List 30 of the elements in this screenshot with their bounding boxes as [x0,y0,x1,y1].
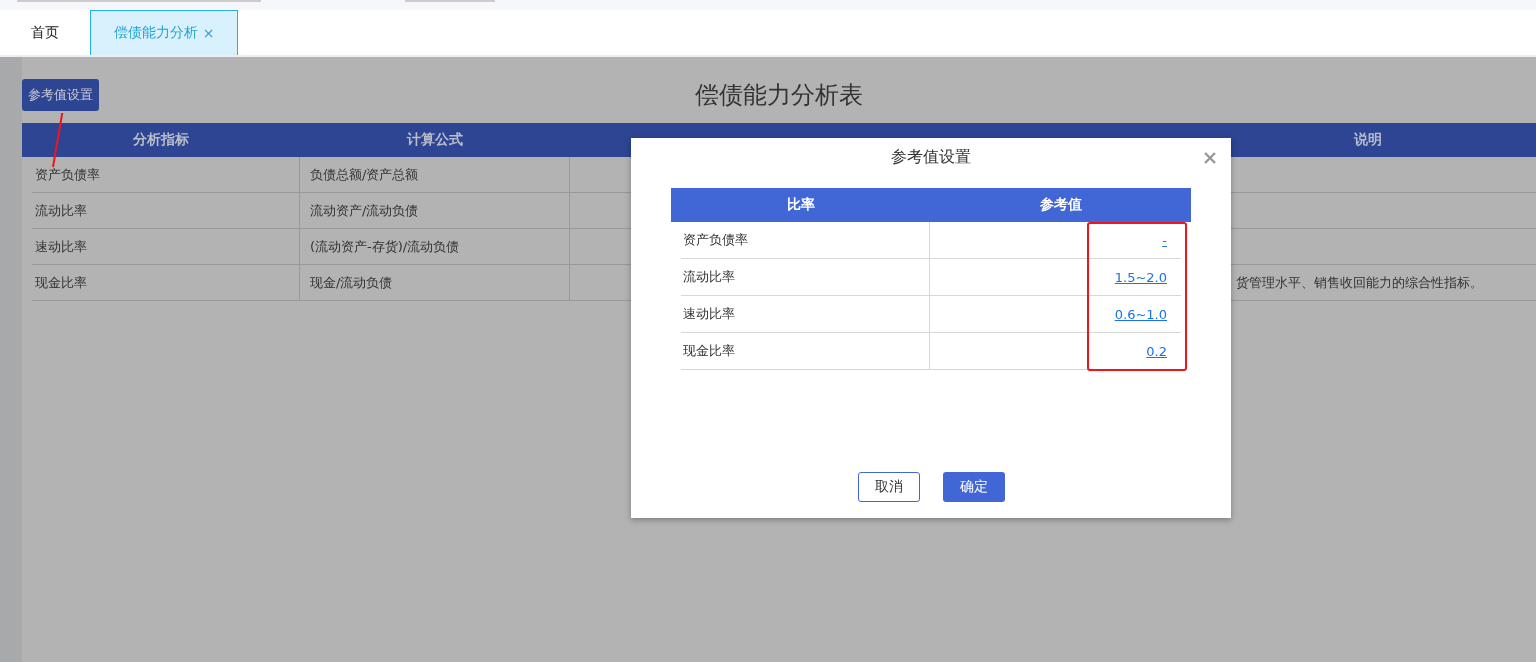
cancel-button[interactable]: 取消 [857,472,920,502]
value-link[interactable]: 1.5~2.0 [1114,269,1167,285]
column-header: 参考值 [930,188,1191,222]
close-icon[interactable]: × [202,25,215,41]
table-cell: 流动比率 [683,268,735,286]
column-header: 计算公式 [407,131,463,149]
page-title: 偿债能力分析表 [695,80,863,111]
table-cell: 流动资产/流动负债 [300,193,570,229]
table-cell: 资产负债率 [32,157,300,193]
dialog-title: 参考值设置 [891,147,971,168]
table-cell: 负债总额/资产总额 [300,157,570,193]
table-cell: (流动资产-存货)/流动负债 [300,229,570,265]
table-cell: 速动比率 [683,305,735,323]
column-header: 比率 [671,188,930,222]
table-cell: 资产负债率 [683,231,748,249]
confirm-button[interactable]: 确定 [942,472,1005,502]
table-cell: 流动比率 [32,193,300,229]
column-header: 分析指标 [133,131,189,149]
value-link[interactable]: 0.2 [1146,343,1167,359]
value-link[interactable]: - [1162,232,1167,248]
tab[interactable]: 偿债能力分析 × [90,10,238,55]
table-cell: 速动比率 [32,229,300,265]
settings-button[interactable]: 参考值设置 [22,79,99,111]
table-cell: 现金/流动负债 [300,265,570,301]
value-link[interactable]: 0.6~1.0 [1114,306,1167,322]
table-cell: 现金比率 [32,265,300,301]
column-header: 说明 [1354,131,1382,149]
tab[interactable]: 首页 [0,10,90,55]
close-icon[interactable] [1204,152,1216,164]
table-cell: 现金比率 [683,342,735,360]
